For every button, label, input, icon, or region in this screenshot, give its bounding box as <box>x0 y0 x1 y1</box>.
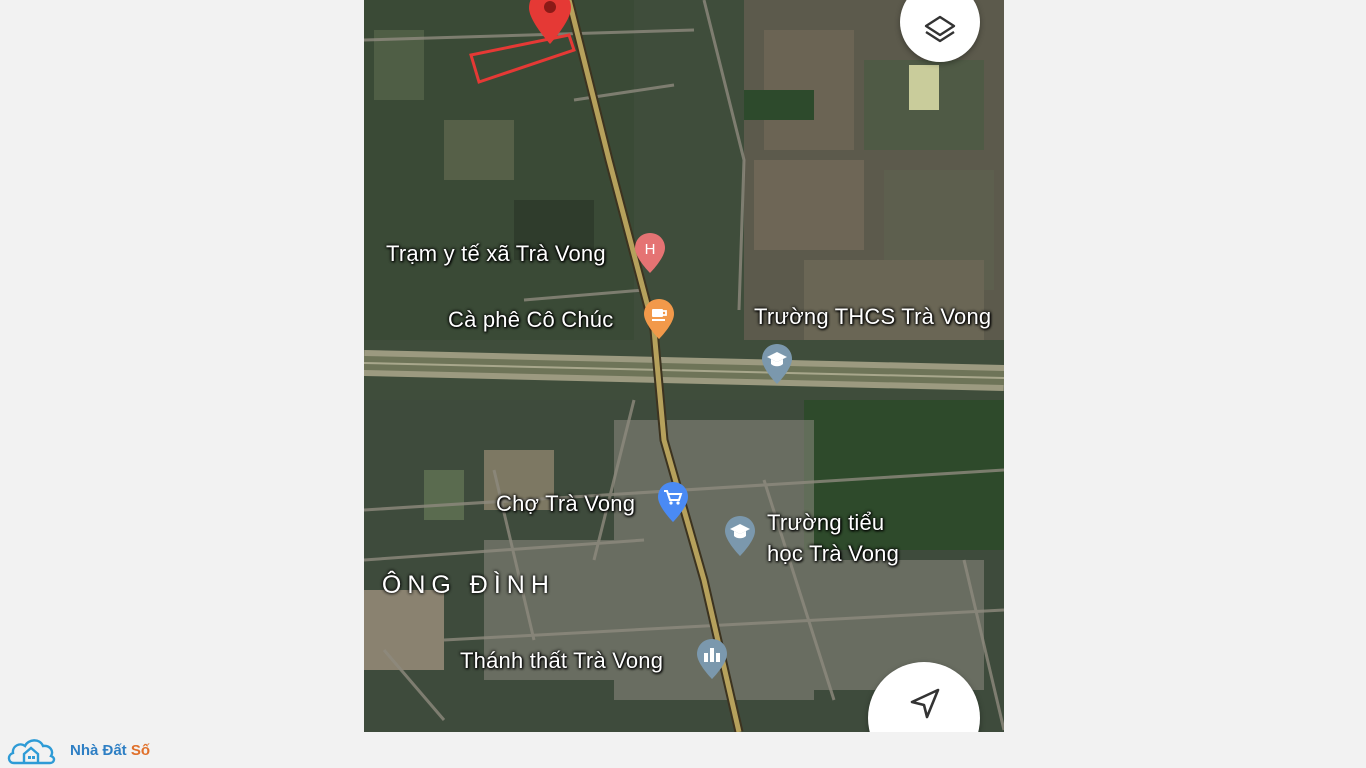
navigation-arrow-icon <box>910 688 940 719</box>
svg-text:H: H <box>645 241 656 258</box>
house-cloud-icon <box>7 739 56 765</box>
place-label-truong-tieu-hoc-2: học Trà Vong <box>767 541 900 566</box>
satellite-map[interactable]: H Trạm y tế xã Trà Vong Cà phê Cô Chúc T… <box>364 0 1004 732</box>
school-pin-icon[interactable] <box>761 344 793 389</box>
shopping-cart-pin-icon[interactable] <box>657 482 689 527</box>
brand-name-main: Nhà Đất <box>70 742 131 759</box>
place-label-truong-thcs: Trường THCS Trà Vong <box>754 304 992 329</box>
map-imagery <box>364 0 1004 732</box>
cafe-pin-icon[interactable] <box>643 299 675 344</box>
place-label-ca-phe: Cà phê Cô Chúc <box>448 307 614 332</box>
area-label: I ÔNG ĐÌNH <box>364 571 555 600</box>
red-location-pin-icon[interactable] <box>527 0 573 51</box>
brand-name-accent: Số <box>130 742 151 759</box>
area-label-text: ÔNG ĐÌNH <box>381 571 555 599</box>
place-label-cho: Chợ Trà Vong <box>496 491 636 516</box>
place-label-thanh-that: Thánh thất Trà Vong <box>460 648 664 673</box>
place-label-tram-y-te: Trạm y tế xã Trà Vong <box>386 241 606 266</box>
school-pin-icon[interactable] <box>724 516 756 561</box>
brand-logo: Nhà Đất Số <box>6 733 166 768</box>
hospital-pin-icon[interactable]: H <box>634 233 666 278</box>
layers-icon <box>924 15 956 43</box>
brand-name: Nhà Đất Số <box>70 742 150 759</box>
temple-pin-icon[interactable] <box>696 639 728 684</box>
place-label-truong-tieu-hoc-1: Trường tiểu <box>767 510 885 535</box>
area-label-separator: I <box>364 571 382 599</box>
